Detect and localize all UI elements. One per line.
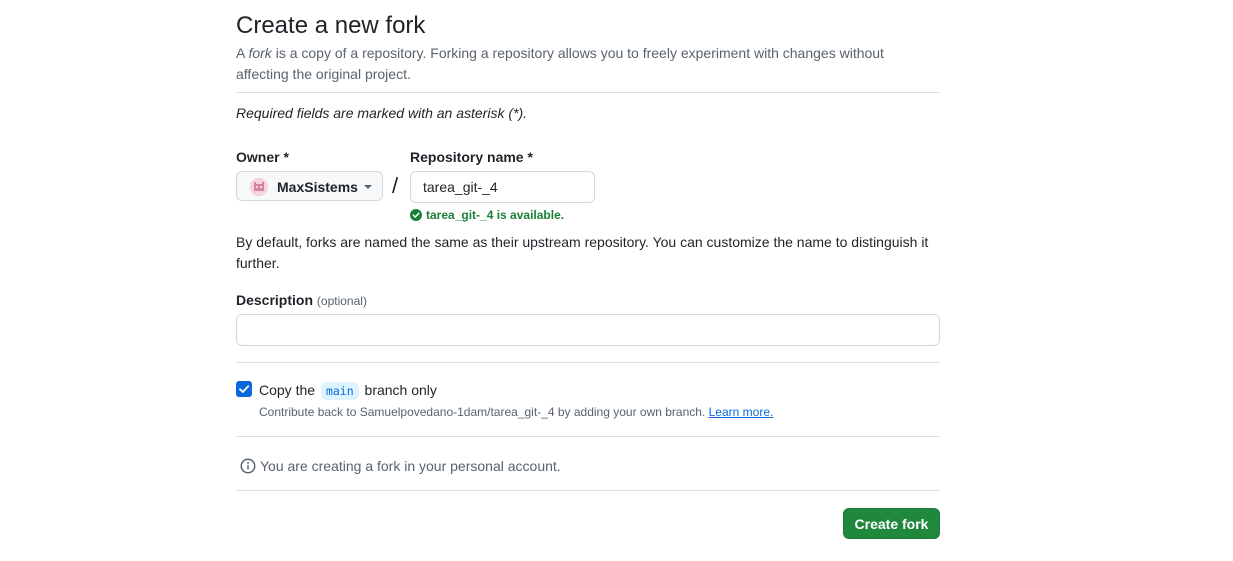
subtitle-fork-term: fork bbox=[248, 45, 272, 61]
owner-name: MaxSistems bbox=[277, 179, 358, 195]
default-name-note: By default, forks are named the same as … bbox=[236, 234, 929, 271]
personal-account-text: You are creating a fork in your personal… bbox=[260, 458, 561, 474]
avatar bbox=[250, 178, 268, 196]
copy-branch-prefix: Copy the bbox=[259, 382, 316, 398]
divider-middle bbox=[236, 362, 940, 363]
description-label: Description (optional) bbox=[236, 290, 367, 311]
check-circle-icon bbox=[410, 209, 422, 221]
checkmark-icon bbox=[239, 385, 250, 393]
branch-name-code: main bbox=[320, 382, 359, 400]
copy-branch-help: Contribute back to Samuelpovedano-1dam/t… bbox=[259, 404, 773, 420]
availability-message: tarea_git-_4 is available. bbox=[410, 207, 564, 223]
description-input[interactable] bbox=[236, 314, 940, 346]
subtitle-prefix: A bbox=[236, 45, 249, 61]
info-icon bbox=[240, 458, 256, 474]
copy-main-branch-checkbox[interactable] bbox=[236, 381, 252, 397]
copy-branch-suffix: branch only bbox=[364, 382, 437, 398]
owner-select-button[interactable]: MaxSistems bbox=[236, 171, 383, 201]
copy-branch-label[interactable]: Copy the main branch only bbox=[259, 380, 437, 401]
divider-bottom bbox=[236, 490, 940, 491]
divider-top bbox=[236, 92, 940, 93]
learn-more-link[interactable]: Learn more. bbox=[709, 405, 774, 419]
owner-label: Owner * bbox=[236, 149, 289, 165]
page-title: Create a new fork bbox=[236, 12, 426, 39]
caret-down-icon bbox=[364, 185, 372, 189]
repository-name-input[interactable] bbox=[410, 171, 595, 203]
page-subtitle: A fork is a copy of a repository. Forkin… bbox=[236, 43, 916, 85]
description-label-text: Description bbox=[236, 292, 314, 308]
availability-text: tarea_git-_4 is available. bbox=[426, 208, 565, 222]
personal-account-note: You are creating a fork in your personal… bbox=[240, 456, 561, 476]
copy-branch-help-text: Contribute back to Samuelpovedano-1dam/t… bbox=[259, 405, 706, 419]
optional-tag: (optional) bbox=[316, 294, 367, 308]
required-fields-note: Required fields are marked with an aster… bbox=[236, 105, 528, 121]
owner-repo-separator: / bbox=[392, 173, 399, 198]
create-fork-button[interactable]: Create fork bbox=[843, 508, 940, 539]
divider-lower bbox=[236, 436, 940, 437]
repository-name-label: Repository name * bbox=[410, 149, 533, 165]
subtitle-rest: is a copy of a repository. Forking a rep… bbox=[236, 45, 884, 82]
